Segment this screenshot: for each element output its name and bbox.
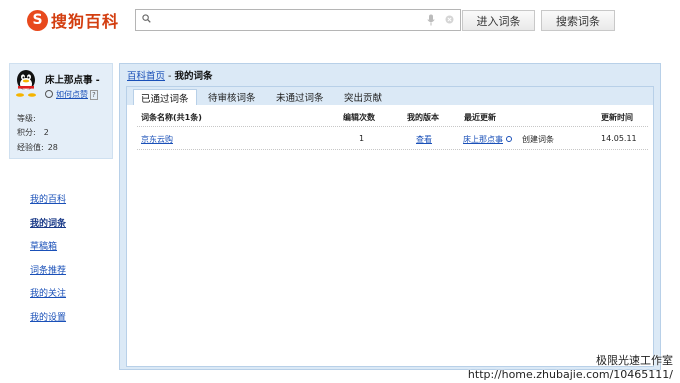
- col-header-name: 词条名称(共1条): [141, 113, 202, 122]
- exp-value: 28: [47, 143, 58, 152]
- main-panel: 百科首页 - 我的词条 已通过词条 待审核词条 未通过词条 突出贡献 词条名称(…: [119, 63, 661, 370]
- sidebar-item-recommend[interactable]: 词条推荐: [30, 264, 66, 288]
- user-circle-icon: [506, 136, 512, 142]
- logo-text: 搜狗百科: [51, 12, 120, 31]
- tab-bar: 已通过词条 待审核词条 未通过词条 突出贡献: [127, 87, 653, 105]
- breadcrumb: 百科首页 - 我的词条: [127, 68, 213, 82]
- latest-update-cell: 床上那点事: [463, 134, 512, 145]
- latest-user-link[interactable]: 床上那点事: [463, 135, 503, 144]
- col-header-latest: 最近更新: [464, 113, 496, 122]
- table-divider: [137, 126, 648, 127]
- watermark-url: http://home.zhubajie.com/10465111/: [467, 368, 673, 381]
- tab-approved[interactable]: 已通过词条: [133, 89, 197, 105]
- exp-label: 经验值:: [17, 143, 44, 152]
- latest-action: 创建词条: [522, 135, 554, 144]
- sidebar-item-drafts[interactable]: 草稿箱: [30, 240, 66, 264]
- search-box[interactable]: [135, 9, 461, 31]
- sidebar-item-settings[interactable]: 我的设置: [30, 311, 66, 335]
- col-header-time: 更新时间: [601, 113, 633, 122]
- clear-icon[interactable]: [445, 15, 454, 24]
- side-nav: 我的百科 我的词条 草稿箱 词条推荐 我的关注 我的设置: [30, 193, 66, 334]
- col-header-edits: 编辑次数: [343, 113, 375, 122]
- search-input[interactable]: [158, 11, 412, 31]
- points-value: 2: [43, 128, 49, 137]
- sidebar-item-follows[interactable]: 我的关注: [30, 287, 66, 311]
- user-name: 床上那点事 -: [45, 75, 100, 86]
- tab-contributions[interactable]: 突出贡献: [344, 89, 382, 105]
- sogou-logo-icon: S: [27, 9, 48, 31]
- avatar[interactable]: [13, 69, 39, 97]
- watermark-studio: 极限光速工作室: [596, 354, 673, 367]
- help-icon[interactable]: ?: [90, 90, 98, 100]
- view-version-link[interactable]: 查看: [416, 134, 432, 145]
- how-to-like-link[interactable]: 如何点赞: [56, 90, 88, 99]
- exp-stat: 经验值: 28: [17, 142, 58, 153]
- entries-panel: 已通过词条 待审核词条 未通过词条 突出贡献 词条名称(共1条) 编辑次数 我的…: [126, 86, 654, 367]
- search-icon: [142, 14, 151, 23]
- entry-edit-count: 1: [359, 134, 365, 143]
- col-header-version: 我的版本: [407, 113, 439, 122]
- tab-rejected[interactable]: 未通过词条: [276, 89, 324, 105]
- entry-update-time: 14.05.11: [601, 134, 637, 143]
- points-label: 积分:: [17, 128, 36, 137]
- entry-name-link[interactable]: 京东云购: [141, 134, 173, 145]
- points-stat: 积分: 2: [17, 127, 49, 138]
- sidebar-item-my-baike[interactable]: 我的百科: [30, 193, 66, 217]
- tab-pending[interactable]: 待审核词条: [208, 89, 256, 105]
- level-label: 等级:: [17, 114, 36, 123]
- enter-entry-button[interactable]: 进入词条: [462, 10, 535, 31]
- search-entry-button[interactable]: 搜索词条: [541, 10, 615, 31]
- breadcrumb-current: 我的词条: [174, 71, 213, 82]
- level-stat: 等级:: [17, 113, 44, 124]
- logo[interactable]: S 搜狗百科: [27, 9, 119, 31]
- breadcrumb-home-link[interactable]: 百科首页: [127, 71, 165, 82]
- sidebar-item-my-entries[interactable]: 我的词条: [30, 217, 66, 241]
- clock-icon: [45, 90, 53, 98]
- table-row: 京东云购 1 查看 床上那点事 创建词条 14.05.11: [137, 131, 648, 150]
- microphone-icon[interactable]: [427, 14, 435, 26]
- user-link-row: 如何点赞?: [45, 89, 98, 100]
- profile-card: 床上那点事 - 如何点赞? 等级: 积分: 2 经验值: 28: [9, 63, 113, 159]
